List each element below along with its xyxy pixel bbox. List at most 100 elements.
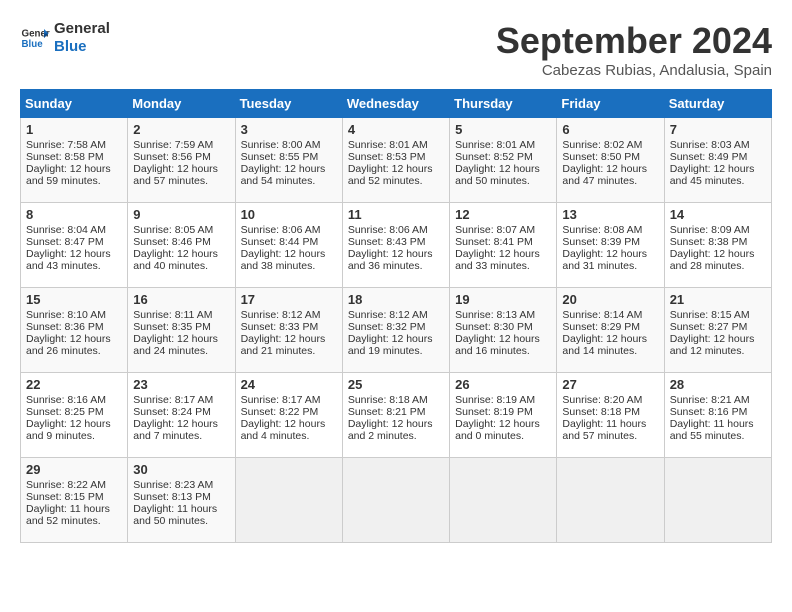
day-info-line: Daylight: 12 hours <box>133 333 229 345</box>
day-info-line: Daylight: 12 hours <box>670 333 766 345</box>
day-info-line: Sunrise: 8:22 AM <box>26 479 122 491</box>
calendar-cell: 12Sunrise: 8:07 AMSunset: 8:41 PMDayligh… <box>450 203 557 288</box>
col-tuesday: Tuesday <box>235 90 342 118</box>
day-info-line: and 31 minutes. <box>562 260 658 272</box>
day-info-line: Daylight: 12 hours <box>455 418 551 430</box>
day-number: 7 <box>670 122 766 137</box>
day-number: 28 <box>670 377 766 392</box>
logo-icon: General Blue <box>20 23 50 53</box>
day-info-line: and 59 minutes. <box>26 175 122 187</box>
location-subtitle: Cabezas Rubias, Andalusia, Spain <box>496 62 772 79</box>
day-info-line: Sunrise: 7:59 AM <box>133 139 229 151</box>
calendar-cell: 29Sunrise: 8:22 AMSunset: 8:15 PMDayligh… <box>21 458 128 543</box>
day-info-line: Sunset: 8:18 PM <box>562 406 658 418</box>
day-number: 17 <box>241 292 337 307</box>
day-info-line: Sunrise: 8:16 AM <box>26 394 122 406</box>
calendar-cell: 30Sunrise: 8:23 AMSunset: 8:13 PMDayligh… <box>128 458 235 543</box>
calendar-cell: 25Sunrise: 8:18 AMSunset: 8:21 PMDayligh… <box>342 373 449 458</box>
day-info-line: Sunset: 8:58 PM <box>26 151 122 163</box>
day-number: 3 <box>241 122 337 137</box>
day-info-line: Sunrise: 8:17 AM <box>241 394 337 406</box>
day-number: 15 <box>26 292 122 307</box>
day-info-line: Sunrise: 8:05 AM <box>133 224 229 236</box>
day-number: 4 <box>348 122 444 137</box>
day-info-line: Sunset: 8:24 PM <box>133 406 229 418</box>
day-info-line: Sunset: 8:16 PM <box>670 406 766 418</box>
day-info-line: Sunrise: 8:04 AM <box>26 224 122 236</box>
day-info-line: Daylight: 12 hours <box>348 333 444 345</box>
day-info-line: Daylight: 12 hours <box>241 418 337 430</box>
day-info-line: Daylight: 12 hours <box>562 248 658 260</box>
day-info-line: Sunrise: 8:00 AM <box>241 139 337 151</box>
col-wednesday: Wednesday <box>342 90 449 118</box>
day-info-line: Daylight: 12 hours <box>26 163 122 175</box>
day-info-line: Sunset: 8:25 PM <box>26 406 122 418</box>
day-info-line: and 19 minutes. <box>348 345 444 357</box>
day-info-line: Daylight: 12 hours <box>241 163 337 175</box>
day-info-line: Sunset: 8:41 PM <box>455 236 551 248</box>
day-info-line: Daylight: 12 hours <box>455 333 551 345</box>
day-info-line: and 21 minutes. <box>241 345 337 357</box>
calendar-week-1: 8 Sunrise: 8:04 AMSunset: 8:47 PM Daylight… <box>21 203 772 288</box>
day-info-line: and 24 minutes. <box>133 345 229 357</box>
day-info-line: Daylight: 12 hours <box>133 248 229 260</box>
day-info-line: Sunrise: 8:18 AM <box>348 394 444 406</box>
day-info-line: and 52 minutes. <box>26 515 122 527</box>
calendar-table: Sunday Monday Tuesday Wednesday Thursday… <box>20 89 772 543</box>
day-info-line: and 36 minutes. <box>348 260 444 272</box>
day-info-line: Sunset: 8:32 PM <box>348 321 444 333</box>
day-info-line: Sunset: 8:47 PM <box>26 236 122 248</box>
day-info-line: Daylight: 12 hours <box>670 163 766 175</box>
day-info-line: Sunrise: 8:07 AM <box>455 224 551 236</box>
day-number: 18 <box>348 292 444 307</box>
day-info-line: Sunset: 8:29 PM <box>562 321 658 333</box>
calendar-cell: 10Sunrise: 8:06 AMSunset: 8:44 PMDayligh… <box>235 203 342 288</box>
day-info-line: Sunrise: 8:13 AM <box>455 309 551 321</box>
logo-line1: General <box>54 20 110 38</box>
calendar-cell: 18 Sunrise: 8:12 AMSunset: 8:32 PMDayligh… <box>342 288 449 373</box>
day-info-line: and 54 minutes. <box>241 175 337 187</box>
calendar-cell: 4Sunrise: 8:01 AMSunset: 8:53 PMDaylight… <box>342 118 449 203</box>
day-number: 27 <box>562 377 658 392</box>
day-info-line: Sunrise: 8:06 AM <box>241 224 337 236</box>
day-number: 25 <box>348 377 444 392</box>
calendar-cell: 2Sunrise: 7:59 AMSunset: 8:56 PMDaylight… <box>128 118 235 203</box>
day-info-line: Sunset: 8:52 PM <box>455 151 551 163</box>
day-info-line: Sunrise: 8:14 AM <box>562 309 658 321</box>
day-info-line: and 4 minutes. <box>241 430 337 442</box>
day-info-line: Sunrise: 8:17 AM <box>133 394 229 406</box>
calendar-cell: 9Sunrise: 8:05 AMSunset: 8:46 PMDaylight… <box>128 203 235 288</box>
logo: General Blue General Blue <box>20 20 110 56</box>
calendar-cell: 20Sunrise: 8:14 AMSunset: 8:29 PMDayligh… <box>557 288 664 373</box>
day-info-line: Sunset: 8:22 PM <box>241 406 337 418</box>
day-info-line: Sunset: 8:19 PM <box>455 406 551 418</box>
day-number: 14 <box>670 207 766 222</box>
title-area: September 2024 Cabezas Rubias, Andalusia… <box>496 20 772 79</box>
day-info-line: Daylight: 11 hours <box>133 503 229 515</box>
day-number: 9 <box>133 207 229 222</box>
day-info-line: Daylight: 12 hours <box>455 248 551 260</box>
day-info-line: and 55 minutes. <box>670 430 766 442</box>
calendar-cell: 22Sunrise: 8:16 AMSunset: 8:25 PMDayligh… <box>21 373 128 458</box>
col-thursday: Thursday <box>450 90 557 118</box>
day-info-line: Daylight: 12 hours <box>348 163 444 175</box>
day-info-line: Sunset: 8:44 PM <box>241 236 337 248</box>
day-info-line: Sunset: 8:35 PM <box>133 321 229 333</box>
day-info-line: Sunrise: 8:23 AM <box>133 479 229 491</box>
day-info-line: Daylight: 11 hours <box>26 503 122 515</box>
calendar-cell: 8Sunrise: 8:04 AMSunset: 8:47 PMDaylight… <box>21 203 128 288</box>
day-info-line: Sunrise: 8:21 AM <box>670 394 766 406</box>
header: General Blue General Blue September 2024… <box>20 20 772 79</box>
day-info-line: and 0 minutes. <box>455 430 551 442</box>
day-info-line: and 52 minutes. <box>348 175 444 187</box>
day-info-line: Sunrise: 8:01 AM <box>455 139 551 151</box>
day-info-line: Sunset: 8:15 PM <box>26 491 122 503</box>
day-info-line: Sunrise: 8:12 AM <box>348 309 444 321</box>
day-info-line: Sunset: 8:53 PM <box>348 151 444 163</box>
day-number: 5 <box>455 122 551 137</box>
day-info-line: and 28 minutes. <box>670 260 766 272</box>
day-info-line: Daylight: 12 hours <box>670 248 766 260</box>
calendar-cell: 27Sunrise: 8:20 AMSunset: 8:18 PMDayligh… <box>557 373 664 458</box>
day-number: 8 <box>26 207 122 222</box>
day-number: 23 <box>133 377 229 392</box>
